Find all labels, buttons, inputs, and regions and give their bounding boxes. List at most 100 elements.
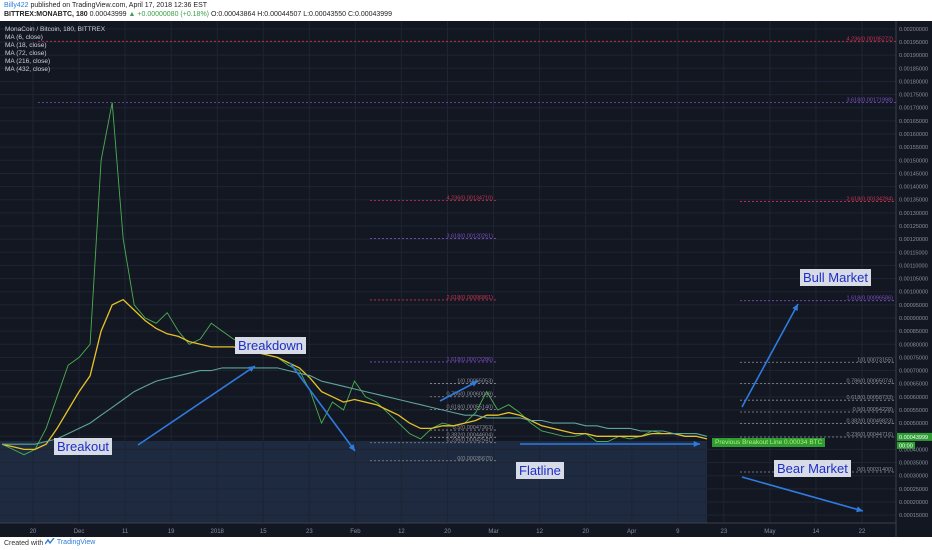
y-tick-label: 0.00170000 bbox=[899, 106, 928, 112]
fib-level-label: 0.618(0.00058733) bbox=[847, 395, 894, 401]
y-tick-label: 0.00200000 bbox=[899, 27, 928, 33]
fib-level-label: 0.618(0.00055140) bbox=[447, 405, 494, 411]
fib-level-label: 4.236(0.00195272) bbox=[847, 36, 894, 42]
y-tick-label: 0.00165000 bbox=[899, 119, 928, 125]
x-tick-label: 23 bbox=[720, 529, 727, 535]
fib-level-label: 1(0.00073155) bbox=[857, 357, 893, 363]
legend-ma-3[interactable]: MA (72, close) bbox=[5, 50, 105, 58]
flatline-callout: Flatline bbox=[516, 462, 564, 479]
y-tick-label: 0.00015000 bbox=[899, 513, 928, 519]
x-tick-label: 20 bbox=[30, 529, 37, 535]
fib-level-label: 0.236(0.00042541) bbox=[447, 438, 494, 444]
fib-level-label: 2.618(0.00096861) bbox=[447, 295, 494, 301]
last-price: 0.00043999 bbox=[89, 11, 127, 18]
y-tick-label: 0.00060000 bbox=[899, 395, 928, 401]
x-tick-label: 12 bbox=[536, 529, 543, 535]
x-tick-label: Apr bbox=[627, 529, 636, 535]
chart-footer: Created with TradingView bbox=[0, 537, 932, 550]
x-tick-label: May bbox=[764, 529, 775, 535]
trend-arrow-line bbox=[741, 476, 864, 512]
ma-teal-line bbox=[2, 367, 708, 445]
x-tick-label: 12 bbox=[398, 529, 405, 535]
ohlc-values: O:0.00043864 H:0.00044507 L:0.00043550 C… bbox=[210, 11, 392, 18]
tradingview-logo[interactable]: TradingView bbox=[44, 537, 96, 546]
breakdown-callout: Breakdown bbox=[235, 337, 307, 354]
y-tick-label: 0.00175000 bbox=[899, 93, 928, 99]
x-tick-label: 15 bbox=[260, 529, 267, 535]
y-tick-label: 0.00135000 bbox=[899, 198, 928, 204]
fib-level-label: 0(0.00031400) bbox=[857, 467, 893, 473]
y-tick-label: 0.00025000 bbox=[899, 487, 928, 493]
chart-header: Billy422 published on TradingView.com, A… bbox=[0, 0, 932, 21]
y-tick-label: 0.00185000 bbox=[899, 66, 928, 72]
x-tick-label: 19 bbox=[168, 529, 175, 535]
fib-level-label: 1.618(0.00096586) bbox=[847, 296, 894, 302]
fib-level-label: 0(0.00035675) bbox=[457, 456, 493, 462]
y-tick-label: 0.00160000 bbox=[899, 132, 928, 138]
chart-legend: MonaCoin / Bitcoin, 180, BITTREX MA (6, … bbox=[5, 26, 105, 74]
fib-level-label: 3.618(0.00171998) bbox=[847, 97, 894, 103]
symbol-label: BITTREX:MONABTC, 180 bbox=[4, 11, 88, 18]
y-tick-label: 0.00080000 bbox=[899, 342, 928, 348]
y-tick-label: 0.00150000 bbox=[899, 158, 928, 164]
legend-ma-2[interactable]: MA (18, close) bbox=[5, 42, 105, 50]
chart-area[interactable]: 0.00200000 0.00195000 0.00190000 0.00185000… bbox=[0, 21, 932, 537]
fib-level-label: 0.382(0.00049823) bbox=[847, 419, 894, 425]
published-text: published on TradingView.com, April 17, … bbox=[30, 2, 208, 9]
legend-ma-5[interactable]: MA (432, close) bbox=[5, 66, 105, 74]
y-tick-label: 0.00035000 bbox=[899, 461, 928, 467]
fib-level-label: 0.5(0.00054228) bbox=[853, 407, 894, 413]
y-tick-label: 0.00145000 bbox=[899, 171, 928, 177]
legend-ma-4[interactable]: MA (216, close) bbox=[5, 58, 105, 66]
y-tick-label: 0.00065000 bbox=[899, 382, 928, 388]
x-tick-label: 11 bbox=[122, 529, 129, 535]
y-tick-label: 0.00050000 bbox=[899, 421, 928, 427]
author-link[interactable]: Billy422 bbox=[4, 2, 29, 9]
x-tick-label: Dec bbox=[74, 529, 85, 535]
breakout-callout: Breakout bbox=[54, 438, 113, 455]
bear-market-callout: Bear Market bbox=[774, 460, 851, 477]
fib-level-label: 0.236(0.00044716) bbox=[847, 432, 894, 438]
time-badge: 00:00 bbox=[899, 443, 913, 449]
y-tick-label: 0.00180000 bbox=[899, 79, 928, 85]
previous-breakout-note: Previous Breakout Line 0.00034 BTC bbox=[712, 438, 826, 447]
y-tick-label: 0.00075000 bbox=[899, 355, 928, 361]
y-tick-label: 0.00085000 bbox=[899, 329, 928, 335]
fib-level-label: 0.5(0.00047363) bbox=[453, 425, 494, 431]
trend-arrow-line bbox=[289, 362, 356, 452]
y-tick-label: 0.00055000 bbox=[899, 408, 928, 414]
tradingview-icon bbox=[44, 537, 55, 545]
y-tick-label: 0.00125000 bbox=[899, 224, 928, 230]
y-tick-label: 0.00100000 bbox=[899, 290, 928, 296]
last-price-badge: 0.00043999 bbox=[899, 435, 928, 441]
y-tick-label: 0.00110000 bbox=[899, 263, 928, 269]
fib-level-label: 4.236(0.00134710) bbox=[447, 195, 494, 201]
y-tick-label: 0.00030000 bbox=[899, 474, 928, 480]
y-tick-label: 0.00020000 bbox=[899, 500, 928, 506]
price-change: ▲ +0.00000080 (+0.18%) bbox=[128, 11, 210, 18]
x-tick-label: 14 bbox=[813, 529, 820, 535]
y-tick-label: 0.00095000 bbox=[899, 303, 928, 309]
y-tick-label: 0.00195000 bbox=[899, 40, 928, 46]
created-with-text: Created with bbox=[4, 540, 44, 547]
legend-ma-1[interactable]: MA (6, close) bbox=[5, 34, 105, 42]
x-tick-label: 2018 bbox=[211, 529, 225, 535]
x-tick-label: 22 bbox=[859, 529, 866, 535]
legend-title: MonaCoin / Bitcoin, 180, BITTREX bbox=[5, 26, 106, 33]
x-tick-label: Mar bbox=[488, 529, 498, 535]
fib-level-label: 1.618(0.00073286) bbox=[447, 357, 494, 363]
y-tick-label: 0.00105000 bbox=[899, 277, 928, 283]
x-tick-label: 20 bbox=[582, 529, 589, 535]
x-tick-label: 9 bbox=[676, 529, 680, 535]
x-tick-label: 23 bbox=[306, 529, 313, 535]
trend-arrow-line bbox=[137, 365, 256, 446]
y-tick-label: 0.00115000 bbox=[899, 250, 928, 256]
y-tick-label: 0.00130000 bbox=[899, 211, 928, 217]
y-tick-label: 0.00190000 bbox=[899, 53, 928, 59]
x-tick-label: 20 bbox=[444, 529, 451, 535]
y-tick-label: 0.00120000 bbox=[899, 237, 928, 243]
y-tick-label: 0.00155000 bbox=[899, 145, 928, 151]
fib-level-label: 2.618(0.00134294) bbox=[847, 197, 894, 203]
y-tick-label: 0.00090000 bbox=[899, 316, 928, 322]
tradingview-brand: TradingView bbox=[56, 538, 96, 546]
